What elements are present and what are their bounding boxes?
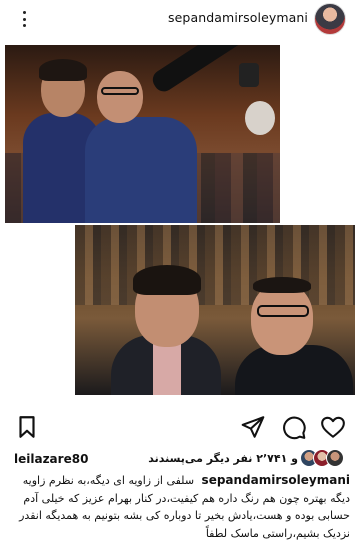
send-icon[interactable]: [240, 414, 266, 440]
selfie-photo-2: [75, 225, 355, 395]
comment-icon[interactable]: [281, 414, 307, 440]
glasses: [257, 305, 309, 317]
raised-arm: [149, 45, 254, 96]
person-right-hair: [253, 277, 311, 293]
glasses: [101, 87, 139, 95]
person-left-hair: [133, 265, 201, 295]
kebab-dot: [22, 17, 26, 21]
post-caption: sepandamirsoleymani سلفی از زاویه ای دیگ…: [10, 472, 350, 542]
likes-count[interactable]: و ۲٬۷۴۱ نفر دیگر می‌پسندند: [148, 452, 298, 465]
person-left-hair: [39, 59, 87, 81]
profile-avatar[interactable]: [314, 3, 346, 35]
kebab-menu-icon[interactable]: [14, 9, 34, 29]
post-username[interactable]: sepandamirsoleymani: [168, 10, 308, 25]
liker-avatar: [326, 449, 344, 467]
post-media[interactable]: [0, 40, 360, 400]
kebab-dot: [22, 11, 26, 14]
heart-icon[interactable]: [320, 414, 346, 440]
selfie-photo-1: [5, 45, 280, 223]
phone: [239, 63, 259, 87]
liker-avatars: [298, 449, 344, 469]
person-right-head: [97, 71, 143, 123]
background-person: [245, 101, 275, 135]
bookmark-icon[interactable]: [14, 414, 40, 440]
post-header: sepandamirsoleymani: [0, 0, 360, 38]
liked-by-username[interactable]: leilazare80: [14, 452, 88, 466]
likes-row[interactable]: leilazare80 و ۲٬۷۴۱ نفر دیگر می‌پسندند: [0, 447, 360, 471]
kebab-dot: [22, 24, 26, 27]
background-audience: [75, 225, 355, 305]
person-right-head: [251, 283, 313, 355]
person-right-body: [85, 117, 197, 223]
post-actions-bar: [0, 410, 360, 444]
caption-username[interactable]: sepandamirsoleymani: [202, 473, 350, 487]
